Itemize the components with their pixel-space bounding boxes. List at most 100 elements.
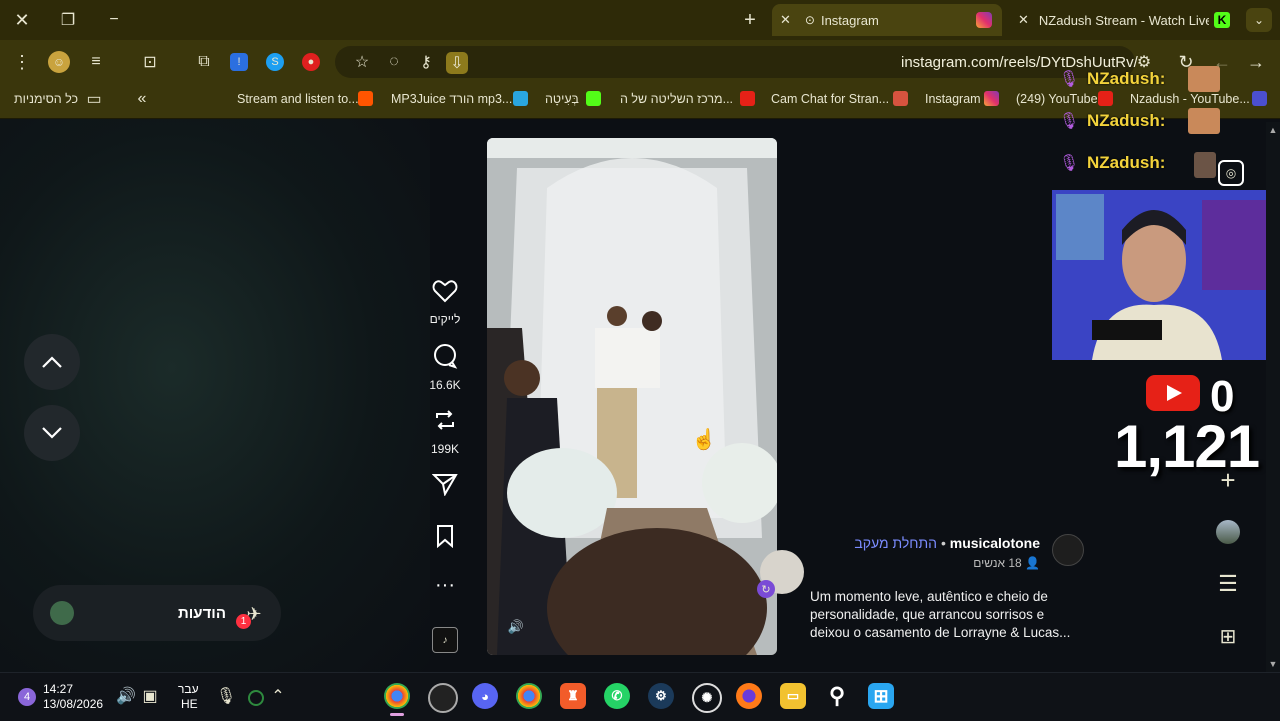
forward-arrow-icon[interactable]: → (1246, 52, 1266, 72)
share-action[interactable] (425, 472, 465, 501)
youtube-icon (1098, 91, 1113, 106)
reading-mode-icon[interactable]: ≡ (86, 52, 106, 72)
volume-tray-icon[interactable]: 🔊 (116, 686, 136, 706)
steam-taskbar-icon[interactable]: ⚙ (648, 683, 674, 709)
tab-instagram[interactable]: ✕ ⊙ Instagram (772, 4, 1002, 36)
bookmarks-overflow-icon[interactable]: « (134, 90, 150, 108)
bookmark-cam-chat[interactable]: Cam Chat for Stran... (771, 92, 889, 106)
tab-title: Instagram (820, 12, 879, 28)
all-bookmarks-label[interactable]: כל הסימניות (14, 92, 78, 106)
brave-taskbar-icon[interactable]: ♜ (560, 683, 586, 709)
person-icon: 👤 (1021, 556, 1040, 570)
webcam-feed (1052, 190, 1280, 360)
discord-taskbar-icon[interactable]: ◕ (472, 683, 498, 709)
file-explorer-taskbar-icon[interactable]: ▭ (780, 683, 806, 709)
windows-start-icon[interactable]: ⊞ (868, 683, 894, 709)
scroll-down-arrow-icon[interactable]: ▼ (1266, 658, 1280, 670)
kick-favicon-icon: K (1214, 12, 1230, 28)
people-label: 18 אנשים (973, 556, 1022, 570)
install-app-icon[interactable]: ⇩ (446, 52, 468, 74)
audio-thumbnail[interactable]: ♪ (432, 627, 458, 653)
chrome-taskbar-icon[interactable] (384, 683, 410, 709)
refresh-badge-icon: ↻ (757, 580, 775, 598)
bookmark-instagram[interactable]: Instagram (925, 92, 981, 106)
comment-icon (434, 344, 458, 369)
repost-action[interactable]: 199K (425, 407, 465, 456)
chevron-up-icon (42, 356, 62, 368)
author-avatar[interactable] (1052, 534, 1084, 566)
settings-taskbar-icon[interactable]: ✺ (692, 683, 722, 713)
obs-taskbar-icon[interactable] (428, 683, 458, 713)
author-name[interactable]: musicalotone (950, 535, 1040, 551)
bookmark-star-icon[interactable]: ☆ (352, 52, 372, 72)
profile-icon[interactable] (1216, 520, 1240, 544)
menu-dots-icon[interactable]: ⋮ (13, 52, 31, 72)
screenshot-icon[interactable]: ⊡ (140, 52, 160, 72)
minimize-window-icon[interactable]: − (104, 10, 124, 30)
download-icon (513, 91, 528, 106)
scrollbar[interactable] (1266, 122, 1280, 672)
whatsapp-taskbar-icon[interactable]: ✆ (604, 683, 630, 709)
likes-label: לייקים (429, 312, 461, 326)
emote-icon (1194, 152, 1216, 178)
reel-video[interactable]: 🔊 (487, 138, 777, 655)
firefox-taskbar-icon[interactable] (736, 683, 762, 709)
save-action[interactable] (425, 524, 465, 553)
soundcloud-icon (358, 91, 373, 106)
bookmark-nzadush-youtube[interactable]: Nzadush - YouTube... (1130, 92, 1250, 106)
tab-nzadush-stream[interactable]: ✕ NZadush Stream - Watch Live o K (1010, 4, 1240, 36)
bookmark-control-center[interactable]: מרכז השליטה של ה... (620, 92, 733, 106)
clock-time[interactable]: 14:27 (43, 682, 73, 696)
bookmark-soundcloud[interactable]: Stream and listen to... (237, 92, 359, 106)
tab-search-chevron-icon[interactable]: ⌄ (1246, 8, 1272, 32)
author-line: musicalotone • התחלת מעקב (854, 535, 1040, 551)
restore-window-icon[interactable]: ❐ (58, 10, 78, 30)
red-extension-icon[interactable]: ● (302, 53, 320, 71)
profile-avatar-icon[interactable]: ☺ (48, 51, 70, 73)
close-tab-icon[interactable]: ✕ (1018, 12, 1029, 28)
reels-icon: ⊙ (804, 13, 815, 27)
clock-date[interactable]: 13/08/2026 (43, 697, 103, 711)
create-icon[interactable]: + (1216, 465, 1240, 495)
comment-action[interactable]: 16.6K (425, 343, 465, 392)
emote-icon (1188, 108, 1220, 134)
bookmark-kick[interactable]: בְּעִיטָה (545, 92, 579, 106)
hamburger-menu-icon[interactable]: ☰ (1216, 571, 1240, 596)
shield-extension-icon[interactable]: ! (230, 53, 248, 71)
scroll-up-arrow-icon[interactable]: ▲ (1266, 124, 1280, 136)
folder-icon[interactable]: ▭ (84, 90, 104, 108)
chrome-alt-taskbar-icon[interactable] (516, 683, 542, 709)
volume-icon[interactable]: 🔊 (505, 616, 527, 638)
close-window-icon[interactable]: ✕ (12, 10, 32, 30)
apps-grid-icon[interactable]: ⊞ (1216, 624, 1240, 648)
shazam-extension-icon[interactable]: S (266, 53, 284, 71)
bookmark-youtube[interactable]: (249) YouTube (1016, 92, 1098, 106)
like-action[interactable]: לייקים (425, 279, 465, 326)
search-taskbar-icon[interactable]: ⚲ (824, 683, 850, 709)
caption[interactable]: Um momento leve, autêntico e cheio de pe… (810, 588, 1080, 642)
chat-site-icon (893, 91, 908, 106)
tray-overflow-chevron-icon[interactable]: ⌃ (270, 686, 286, 706)
instagram-favicon-icon (976, 12, 992, 28)
caption-line: deixou o casamento de Lorrayne & Lucas..… (810, 625, 1071, 640)
reposts-count: 199K (430, 442, 460, 456)
more-options-icon[interactable]: ··· (425, 574, 465, 597)
network-tray-icon[interactable]: ▣ (140, 686, 160, 706)
previous-reel-button[interactable] (24, 334, 80, 390)
widgets-badge[interactable]: 4 (18, 688, 36, 706)
extensions-icon[interactable]: ⧉ (194, 52, 214, 72)
close-tab-icon[interactable]: ✕ (780, 12, 791, 28)
language-top[interactable]: עבר (178, 682, 199, 696)
next-reel-button[interactable] (24, 405, 80, 461)
language-bottom[interactable]: HE (181, 697, 198, 711)
heart-icon (432, 280, 458, 303)
new-tab-icon[interactable]: + (740, 9, 760, 31)
microphone-tray-icon[interactable]: 🎙 (216, 686, 236, 706)
status-tray-icon[interactable] (248, 690, 264, 706)
bookmark-mp3juice[interactable]: MP3Juice הורד mp3... (391, 92, 512, 106)
follow-link[interactable]: התחלת מעקב (854, 535, 937, 551)
chevron-down-icon (42, 427, 62, 439)
mic-icon: 🎙 (1058, 155, 1080, 172)
password-key-icon[interactable]: ⚷ (416, 52, 436, 72)
hide-eye-icon[interactable]: ◌ (384, 52, 404, 72)
